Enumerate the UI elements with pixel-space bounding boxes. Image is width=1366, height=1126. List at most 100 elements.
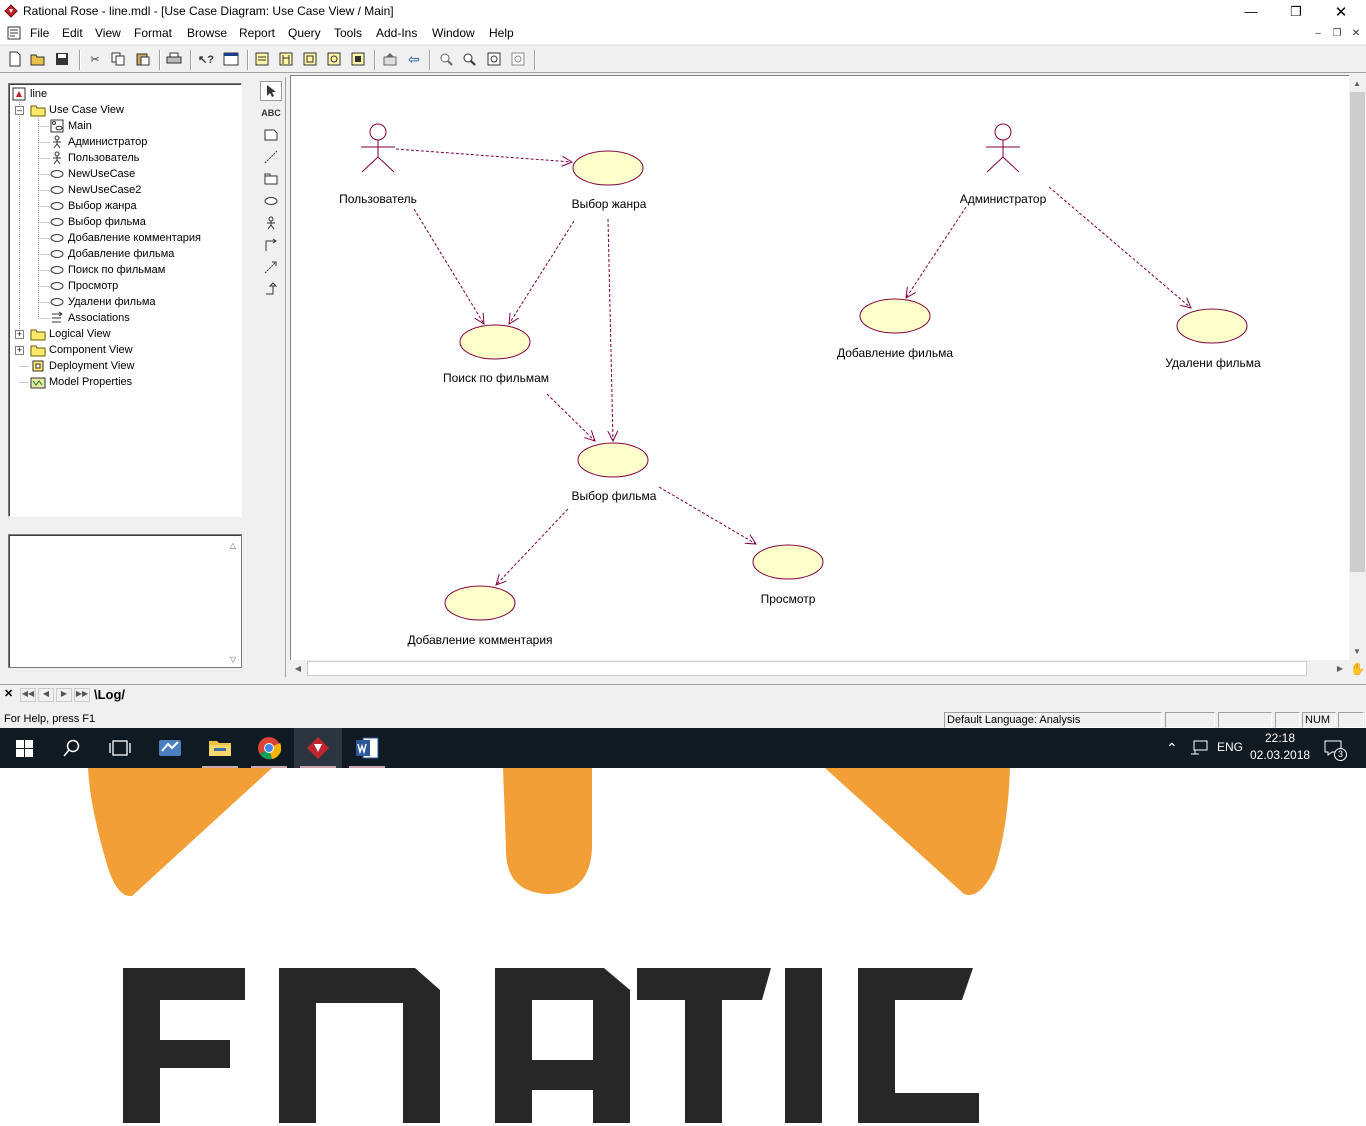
menu-browse[interactable]: Browse <box>187 26 227 40</box>
cut-icon[interactable]: ✂ <box>85 49 105 69</box>
scroll-left-arrow[interactable]: ◀ <box>290 660 306 676</box>
menu-report[interactable]: Report <box>239 26 275 40</box>
print-icon[interactable] <box>164 49 184 69</box>
mdi-restore-button[interactable]: ❐ <box>1329 27 1345 41</box>
expand-toggle[interactable]: + <box>15 330 24 339</box>
menu-add-ins[interactable]: Add-Ins <box>376 26 417 40</box>
browse-state-diagram-icon[interactable] <box>324 49 344 69</box>
dependency-tool-icon[interactable] <box>260 257 282 277</box>
use-case-comment[interactable] <box>444 585 516 621</box>
model-browser-tree[interactable]: line – Use Case View Main Администратор … <box>8 83 242 517</box>
dependency-line[interactable] <box>546 393 595 441</box>
anchor-note-tool-icon[interactable] <box>260 147 282 167</box>
start-button[interactable] <box>0 728 48 768</box>
browse-component-diagram-icon[interactable] <box>300 49 320 69</box>
menu-help[interactable]: Help <box>489 26 514 40</box>
package-tool-icon[interactable] <box>260 169 282 189</box>
dependency-line[interactable] <box>496 508 569 585</box>
dependency-line[interactable] <box>413 208 484 324</box>
paste-icon[interactable] <box>133 49 153 69</box>
close-log-icon[interactable]: ✕ <box>4 687 16 701</box>
menu-query[interactable]: Query <box>288 26 321 40</box>
unidirectional-association-tool-icon[interactable] <box>260 235 282 255</box>
copy-icon[interactable] <box>108 49 128 69</box>
selection-tool-icon[interactable] <box>260 81 282 101</box>
menu-format[interactable]: Format <box>134 26 172 40</box>
pan-hand-icon[interactable]: ✋ <box>1349 660 1366 677</box>
menu-view[interactable]: View <box>95 26 121 40</box>
browse-class-diagram-icon[interactable] <box>252 49 272 69</box>
browse-parent-icon[interactable] <box>380 49 400 69</box>
menu-file[interactable]: File <box>30 26 49 40</box>
use-case-genre[interactable] <box>572 150 644 186</box>
taskbar-file-explorer[interactable] <box>196 728 244 768</box>
show-hidden-icons-chevron-icon[interactable]: ⌃ <box>1166 740 1178 757</box>
open-icon[interactable] <box>28 49 48 69</box>
taskbar-rational-rose[interactable] <box>294 728 342 768</box>
collapse-toggle[interactable]: – <box>15 106 24 115</box>
menu-tools[interactable]: Tools <box>334 26 362 40</box>
browse-previous-icon[interactable]: ⇦ <box>404 49 424 69</box>
task-view-button[interactable] <box>96 728 144 768</box>
prev-tab-icon[interactable]: ◀ <box>38 688 54 702</box>
taskbar-chrome[interactable] <box>245 728 293 768</box>
dependency-line[interactable] <box>608 218 613 441</box>
actor-user-icon[interactable] <box>361 123 395 173</box>
horizontal-scrollbar[interactable]: ◀ ▶ <box>290 660 1349 677</box>
dependency-line[interactable] <box>906 206 967 298</box>
view-documentation-icon[interactable] <box>221 49 241 69</box>
undo-fit-in-window-icon[interactable] <box>508 49 528 69</box>
browse-deployment-diagram-icon[interactable] <box>348 49 368 69</box>
actor-tool-icon[interactable] <box>260 213 282 233</box>
mdi-close-button[interactable]: ✕ <box>1348 27 1364 41</box>
use-case-diagram-canvas[interactable]: Пользователь Администратор Выбор жанра П… <box>290 75 1349 660</box>
restore-button[interactable]: ❐ <box>1273 0 1319 23</box>
save-icon[interactable] <box>52 49 72 69</box>
last-tab-icon[interactable]: ▶▶ <box>74 688 90 702</box>
dependency-line[interactable] <box>658 486 756 544</box>
use-case-delete-film[interactable] <box>1176 308 1248 344</box>
menu-window[interactable]: Window <box>432 26 475 40</box>
dependency-line[interactable] <box>395 148 572 162</box>
mdi-minimize-button[interactable]: – <box>1310 27 1326 41</box>
generalization-tool-icon[interactable] <box>260 279 282 299</box>
note-tool-icon[interactable] <box>260 125 282 145</box>
use-case-search[interactable] <box>459 324 531 360</box>
zoom-in-icon[interactable] <box>436 49 456 69</box>
scroll-thumb[interactable] <box>307 661 1307 676</box>
minimize-button[interactable]: — <box>1228 0 1274 23</box>
zoom-out-icon[interactable] <box>459 49 479 69</box>
vertical-scrollbar[interactable]: ▲ ▼ <box>1349 75 1366 660</box>
first-tab-icon[interactable]: ◀◀ <box>20 688 36 702</box>
text-tool[interactable]: ABC <box>260 103 282 123</box>
use-case-view[interactable] <box>752 544 824 580</box>
search-button[interactable] <box>48 728 96 768</box>
clock[interactable]: 22:18 02.03.2018 <box>1250 731 1310 762</box>
taskbar-word[interactable] <box>343 728 391 768</box>
scroll-down-arrow[interactable]: ▽ <box>225 651 241 667</box>
menu-edit[interactable]: Edit <box>62 26 83 40</box>
fit-in-window-icon[interactable] <box>484 49 504 69</box>
browse-interaction-diagram-icon[interactable] <box>276 49 296 69</box>
use-case-tool-icon[interactable] <box>260 191 282 211</box>
log-tab[interactable]: \Log/ <box>94 687 125 702</box>
taskbar-app-assistant[interactable] <box>146 728 194 768</box>
use-case-choose-film[interactable] <box>577 442 649 478</box>
dependency-line[interactable] <box>509 220 575 324</box>
dependency-line[interactable] <box>1048 186 1191 308</box>
close-button[interactable]: ✕ <box>1318 0 1364 23</box>
scroll-up-arrow[interactable]: △ <box>225 537 241 553</box>
document-icon[interactable] <box>7 26 21 40</box>
scroll-right-arrow[interactable]: ▶ <box>1332 660 1348 676</box>
scroll-down-arrow[interactable]: ▼ <box>1349 643 1365 659</box>
documentation-pane[interactable]: △ ▽ <box>8 534 242 668</box>
scroll-up-arrow[interactable]: ▲ <box>1349 75 1365 91</box>
scroll-thumb[interactable] <box>1350 92 1365 572</box>
expand-toggle[interactable]: + <box>15 346 24 355</box>
input-language[interactable]: ENG <box>1217 740 1243 754</box>
new-icon[interactable] <box>5 49 25 69</box>
actor-admin-icon[interactable] <box>986 123 1020 173</box>
network-icon[interactable] <box>1190 740 1208 756</box>
next-tab-icon[interactable]: ▶ <box>56 688 72 702</box>
use-case-add-film[interactable] <box>859 298 931 334</box>
